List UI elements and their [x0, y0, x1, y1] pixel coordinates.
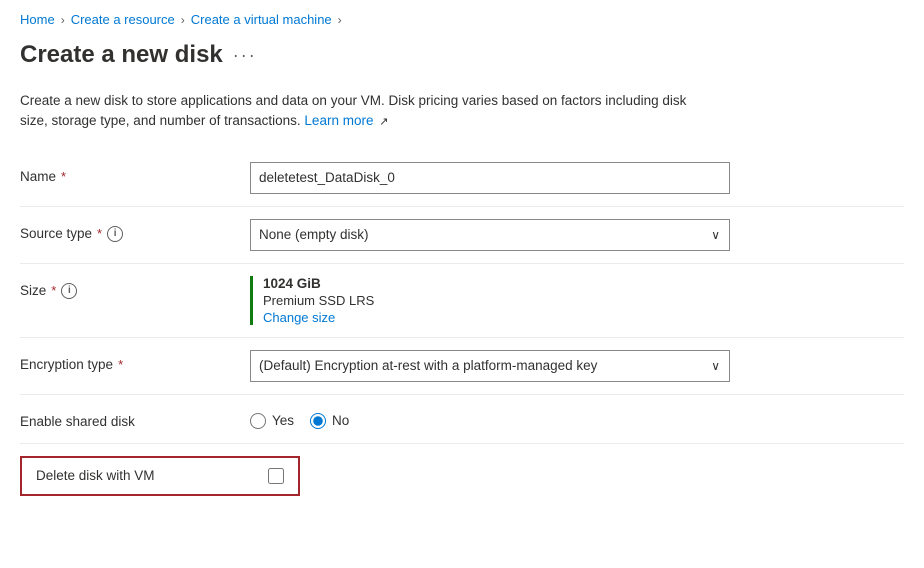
breadcrumb-sep-3: › — [338, 13, 342, 27]
divider-2 — [20, 263, 904, 264]
size-info-icon[interactable]: i — [61, 283, 77, 299]
description-text: Create a new disk to store applications … — [0, 85, 720, 152]
shared-disk-yes-option[interactable]: Yes — [250, 413, 294, 429]
change-size-link[interactable]: Change size — [263, 310, 730, 325]
shared-disk-no-option[interactable]: No — [310, 413, 349, 429]
form-row-size: Size * i 1024 GiB Premium SSD LRS Change… — [20, 266, 904, 335]
size-label: Size * i — [20, 276, 250, 299]
name-required-star: * — [61, 169, 66, 184]
encryption-select-wrapper: (Default) Encryption at-rest with a plat… — [250, 350, 730, 382]
form-row-encryption: Encryption type * (Default) Encryption a… — [20, 340, 904, 392]
delete-disk-checkbox[interactable] — [268, 468, 284, 484]
divider-3 — [20, 337, 904, 338]
shared-disk-no-label: No — [332, 413, 349, 428]
name-input[interactable] — [250, 162, 730, 194]
shared-disk-radio-group: Yes No — [250, 407, 730, 429]
size-type: Premium SSD LRS — [263, 293, 730, 308]
breadcrumb-create-resource[interactable]: Create a resource — [71, 12, 175, 27]
form-row-shared-disk: Enable shared disk Yes No — [20, 397, 904, 441]
breadcrumb-home[interactable]: Home — [20, 12, 55, 27]
encryption-label: Encryption type * — [20, 350, 250, 372]
source-type-select[interactable]: None (empty disk) Snapshot Storage blob … — [250, 219, 730, 251]
external-link-icon: ↗ — [379, 116, 388, 128]
shared-disk-yes-label: Yes — [272, 413, 294, 428]
more-options-icon[interactable]: ··· — [233, 45, 257, 66]
name-label: Name * — [20, 162, 250, 184]
size-value: 1024 GiB — [263, 276, 730, 291]
name-control — [250, 162, 730, 194]
delete-disk-row: Delete disk with VM — [20, 446, 904, 506]
page-header: Create a new disk ··· — [0, 35, 924, 85]
shared-disk-label: Enable shared disk — [20, 407, 250, 429]
size-control: 1024 GiB Premium SSD LRS Change size — [250, 276, 730, 325]
source-type-control: None (empty disk) Snapshot Storage blob … — [250, 219, 730, 251]
source-type-required-star: * — [97, 226, 102, 241]
learn-more-link[interactable]: Learn more — [304, 113, 373, 128]
shared-disk-yes-radio[interactable] — [250, 413, 266, 429]
encryption-required-star: * — [118, 357, 123, 372]
breadcrumb-sep-2: › — [181, 13, 185, 27]
size-required-star: * — [51, 283, 56, 298]
shared-disk-control: Yes No — [250, 407, 730, 429]
form-section: Name * Source type * i None (empty disk)… — [0, 152, 924, 506]
encryption-type-select[interactable]: (Default) Encryption at-rest with a plat… — [250, 350, 730, 382]
divider-5 — [20, 443, 904, 444]
source-type-info-icon[interactable]: i — [107, 226, 123, 242]
form-row-source-type: Source type * i None (empty disk) Snapsh… — [20, 209, 904, 261]
encryption-control: (Default) Encryption at-rest with a plat… — [250, 350, 730, 382]
form-row-name: Name * — [20, 152, 904, 204]
page-title: Create a new disk — [20, 41, 223, 69]
delete-disk-highlighted-container: Delete disk with VM — [20, 456, 300, 496]
shared-disk-no-radio[interactable] — [310, 413, 326, 429]
divider-1 — [20, 206, 904, 207]
divider-4 — [20, 394, 904, 395]
source-type-label: Source type * i — [20, 219, 250, 242]
breadcrumb-sep-1: › — [61, 13, 65, 27]
source-type-select-wrapper: None (empty disk) Snapshot Storage blob … — [250, 219, 730, 251]
breadcrumb: Home › Create a resource › Create a virt… — [0, 0, 924, 35]
delete-disk-label: Delete disk with VM — [36, 468, 256, 483]
breadcrumb-create-vm[interactable]: Create a virtual machine — [191, 12, 332, 27]
